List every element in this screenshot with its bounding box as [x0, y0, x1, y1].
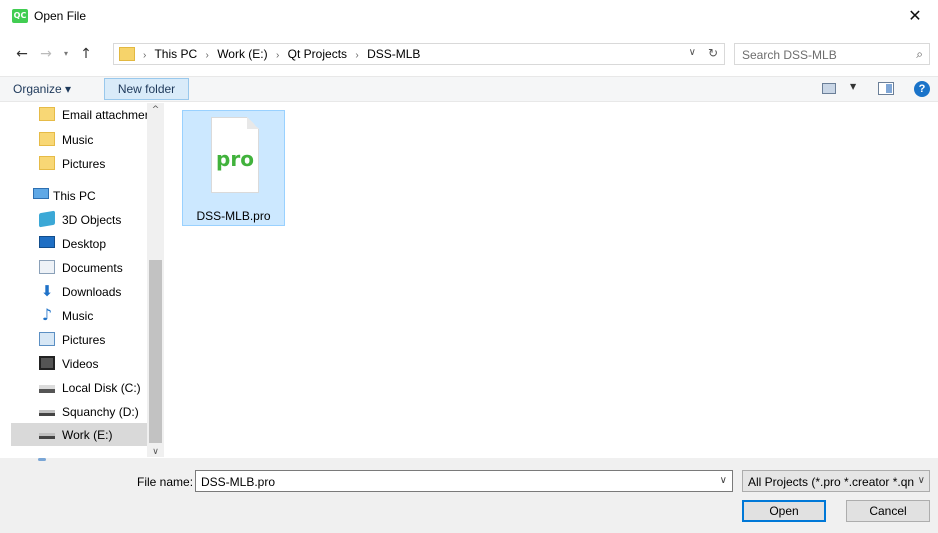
sidebar-item-label: Downloads [62, 285, 122, 299]
sidebar-item-label: Documents [62, 261, 123, 275]
sidebar-item-work-e[interactable]: Work (E:) [11, 423, 147, 446]
sidebar-item-music-folder[interactable]: Music [11, 128, 147, 151]
pro-badge-text: pro [216, 147, 254, 171]
breadcrumb-work-drive[interactable]: Work (E:) [217, 47, 267, 61]
navigation-bar: ← → ▾ ↑ › This PC › Work (E:) › Qt Proje… [0, 40, 938, 70]
local-disk-icon [39, 385, 55, 393]
computer-icon [33, 188, 49, 199]
drive-icon [39, 410, 55, 416]
file-name-label: DSS-MLB.pro [196, 209, 271, 223]
filter-dropdown-icon[interactable]: ∨ [918, 475, 925, 486]
sidebar-item-label: Squanchy (D:) [62, 405, 139, 419]
breadcrumb-separator-icon: › [143, 50, 147, 61]
preview-pane-icon[interactable] [878, 82, 894, 95]
view-options-dropdown-icon[interactable]: ▼ [850, 82, 856, 91]
cancel-button[interactable]: Cancel [846, 500, 930, 522]
title-bar: QC Open File ✕ [0, 0, 938, 32]
sidebar-item-email-attachments[interactable]: Email attachmer [11, 103, 149, 126]
file-item[interactable]: pro DSS-MLB.pro [182, 110, 285, 226]
sidebar-item-documents[interactable]: Documents [11, 256, 147, 279]
sidebar-item-videos[interactable]: Videos [11, 352, 147, 375]
breadcrumb-separator-icon[interactable]: › [206, 50, 209, 61]
breadcrumb-separator-icon[interactable]: › [276, 50, 279, 61]
folder-icon [39, 107, 55, 121]
file-name-input[interactable]: DSS-MLB.pro ∨ [195, 470, 733, 492]
file-name-label: File name: [137, 475, 194, 489]
desktop-icon [39, 236, 55, 248]
file-name-value: DSS-MLB.pro [201, 475, 276, 489]
navigation-pane: Email attachmer Music Pictures This PC 3… [0, 103, 163, 457]
documents-icon [39, 260, 55, 274]
address-bar[interactable]: › This PC › Work (E:) › Qt Projects › DS… [113, 43, 725, 65]
drive-icon [39, 433, 55, 439]
new-folder-button[interactable]: New folder [104, 78, 189, 100]
search-placeholder: Search DSS-MLB [742, 48, 837, 62]
sidebar-item-desktop[interactable]: Desktop [11, 232, 147, 255]
search-icon[interactable]: ⌕ [916, 47, 923, 62]
folder-icon [119, 47, 135, 61]
organize-menu-button[interactable]: Organize ▾ [13, 82, 71, 96]
open-button[interactable]: Open [742, 500, 826, 522]
sidebar-item-label: Music [62, 309, 94, 323]
file-type-filter-value: All Projects (*.pro *.creator *.qn [748, 475, 914, 489]
videos-icon [39, 356, 55, 370]
sidebar-item-pictures-folder[interactable]: Pictures [11, 152, 147, 175]
music-icon: ♪ [41, 305, 53, 324]
dialog-footer: File name: DSS-MLB.pro ∨ All Projects (*… [0, 458, 938, 533]
breadcrumb: › This PC › Work (E:) › Qt Projects › DS… [138, 47, 420, 61]
network-icon [38, 458, 46, 461]
sidebar-item-label: Work (E:) [62, 428, 113, 442]
sidebar-item-3d-objects[interactable]: 3D Objects [11, 208, 147, 231]
pro-file-icon: pro [205, 117, 265, 193]
navigation-pane-scrollbar[interactable]: ^ ∨ [147, 103, 164, 457]
sidebar-item-label: Pictures [62, 333, 106, 347]
back-arrow-icon[interactable]: ← [14, 44, 30, 64]
pictures-icon [39, 332, 55, 346]
sidebar-item-label: This PC [53, 189, 96, 203]
close-button[interactable]: ✕ [892, 0, 938, 32]
window-title: Open File [34, 9, 87, 23]
sidebar-item-this-pc[interactable]: This PC [11, 184, 147, 207]
sidebar-item-label: Videos [62, 357, 99, 371]
file-name-dropdown-icon[interactable]: ∨ [720, 475, 727, 486]
breadcrumb-separator-icon[interactable]: › [355, 50, 358, 61]
scroll-down-icon[interactable]: ∨ [147, 447, 164, 457]
sidebar-item-music[interactable]: ♪ Music [11, 304, 147, 327]
up-arrow-icon[interactable]: ↑ [78, 44, 94, 64]
scrollbar-thumb[interactable] [149, 260, 162, 443]
sidebar-item-downloads[interactable]: ⬇ Downloads [11, 280, 147, 303]
command-toolbar: Organize ▾ New folder ▼ ? [0, 76, 938, 102]
3d-objects-icon [39, 210, 55, 228]
file-type-filter-select[interactable]: All Projects (*.pro *.creator *.qn ∨ [742, 470, 930, 492]
recent-locations-chevron-icon[interactable]: ▾ [60, 44, 72, 64]
file-list[interactable]: pro DSS-MLB.pro [164, 103, 938, 457]
breadcrumb-dss-mlb[interactable]: DSS-MLB [367, 47, 420, 61]
scroll-up-icon[interactable]: ^ [147, 105, 164, 115]
sidebar-item-squanchy-d[interactable]: Squanchy (D:) [11, 400, 147, 423]
address-dropdown-icon[interactable]: ∨ [689, 47, 696, 58]
sidebar-item-label: 3D Objects [62, 213, 122, 227]
refresh-icon[interactable]: ↻ [708, 46, 718, 60]
search-input[interactable]: Search DSS-MLB ⌕ [734, 43, 930, 65]
forward-arrow-icon[interactable]: → [38, 44, 54, 64]
sidebar-item-pictures[interactable]: Pictures [11, 328, 147, 351]
qt-creator-app-icon: QC [12, 9, 28, 23]
downloads-icon: ⬇ [40, 282, 54, 300]
sidebar-item-local-disk-c[interactable]: Local Disk (C:) [11, 376, 147, 399]
sidebar-item-label: Pictures [62, 157, 106, 171]
sidebar-item-label: Desktop [62, 237, 107, 251]
sidebar-item-label: Email attachmer [62, 108, 149, 122]
breadcrumb-this-pc[interactable]: This PC [154, 47, 197, 61]
sidebar-item-label: Local Disk (C:) [62, 381, 141, 395]
folder-icon [39, 156, 55, 170]
breadcrumb-qt-projects[interactable]: Qt Projects [288, 47, 347, 61]
change-view-icon[interactable] [822, 83, 836, 94]
sidebar-item-label: Music [62, 133, 94, 147]
help-icon[interactable]: ? [914, 81, 930, 97]
folder-icon [39, 132, 55, 146]
